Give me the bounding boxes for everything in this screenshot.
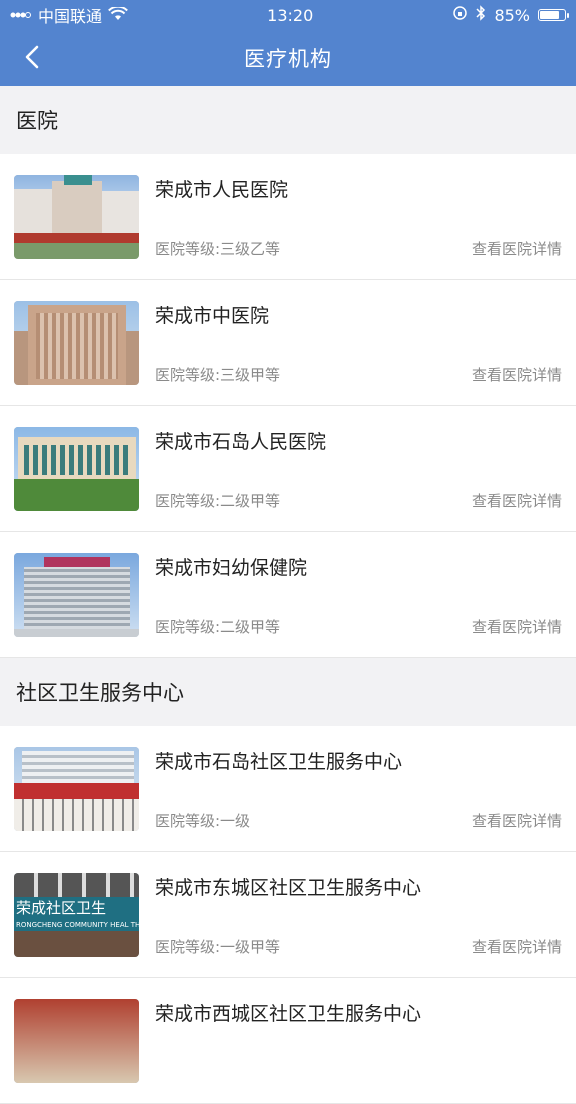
back-chevron-icon[interactable] — [20, 44, 46, 70]
list-item[interactable]: 荣成社区卫生 RONGCHENG COMMUNITY HEAL TH 荣成市东城… — [0, 852, 576, 978]
view-details-link[interactable]: 查看医院详情 — [472, 364, 562, 385]
view-details-link[interactable]: 查看医院详情 — [472, 810, 562, 831]
status-bar: 中国联通 13:20 85% — [0, 0, 576, 30]
center-name: 荣成市石岛社区卫生服务中心 — [155, 750, 403, 773]
center-name: 荣成市东城区社区卫生服务中心 — [155, 876, 422, 899]
section-header-community: 社区卫生服务中心 — [0, 658, 576, 726]
list-item[interactable]: 荣成市妇幼保健院 医院等级:二级甲等 查看医院详情 — [0, 532, 576, 658]
wifi-icon — [108, 5, 128, 25]
view-details-link[interactable]: 查看医院详情 — [472, 238, 562, 259]
view-details-link[interactable]: 查看医院详情 — [472, 616, 562, 637]
clock: 13:20 — [267, 5, 314, 25]
battery-icon — [538, 9, 569, 21]
center-grade: 医院等级:一级 — [155, 811, 251, 830]
hospital-photo — [14, 426, 139, 511]
view-details-link[interactable]: 查看医院详情 — [472, 490, 562, 511]
hospital-photo: 荣成社区卫生 RONGCHENG COMMUNITY HEAL TH — [14, 872, 139, 957]
view-details-link[interactable]: 查看医院详情 — [472, 936, 562, 957]
hospital-name: 荣成市妇幼保健院 — [155, 556, 308, 579]
list-item[interactable]: 荣成市人民医院 医院等级:三级乙等 查看医院详情 — [0, 154, 576, 280]
hospital-photo — [14, 552, 139, 637]
battery-percent: 85% — [494, 5, 530, 25]
hospital-photo — [14, 300, 139, 385]
signal-icon — [10, 6, 32, 25]
bluetooth-icon — [476, 5, 486, 25]
hospital-grade: 医院等级:三级乙等 — [155, 239, 281, 258]
community-sign-en: RONGCHENG COMMUNITY HEAL TH — [16, 920, 139, 929]
list-item[interactable]: 荣成市中医院 医院等级:三级甲等 查看医院详情 — [0, 280, 576, 406]
hospital-grade: 医院等级:二级甲等 — [155, 491, 281, 510]
hospital-photo — [14, 998, 139, 1083]
hospital-name: 荣成市人民医院 — [155, 178, 289, 201]
hospital-list: 荣成市人民医院 医院等级:三级乙等 查看医院详情 荣成市中医院 医院等级:三级甲… — [0, 154, 576, 658]
orientation-lock-icon — [452, 5, 468, 25]
list-item[interactable]: 荣成市石岛社区卫生服务中心 医院等级:一级 查看医院详情 — [0, 726, 576, 852]
page-title: 医疗机构 — [244, 47, 332, 71]
hospital-name: 荣成市石岛人民医院 — [155, 430, 327, 453]
carrier-label: 中国联通 — [38, 7, 103, 26]
center-grade: 医院等级:一级甲等 — [155, 937, 281, 956]
hospital-grade: 医院等级:三级甲等 — [155, 365, 281, 384]
hospital-photo — [14, 746, 139, 831]
hospital-photo — [14, 174, 139, 259]
community-center-list: 荣成市石岛社区卫生服务中心 医院等级:一级 查看医院详情 荣成社区卫生 RONG… — [0, 726, 576, 1104]
list-item[interactable]: 荣成市石岛人民医院 医院等级:二级甲等 查看医院详情 — [0, 406, 576, 532]
section-header-hospitals: 医院 — [0, 86, 576, 154]
nav-bar: 医疗机构 — [0, 30, 576, 86]
hospital-grade: 医院等级:二级甲等 — [155, 617, 281, 636]
center-name: 荣成市西城区社区卫生服务中心 — [155, 1002, 422, 1025]
hospital-name: 荣成市中医院 — [155, 304, 270, 327]
list-item[interactable]: 荣成市西城区社区卫生服务中心 — [0, 978, 576, 1104]
